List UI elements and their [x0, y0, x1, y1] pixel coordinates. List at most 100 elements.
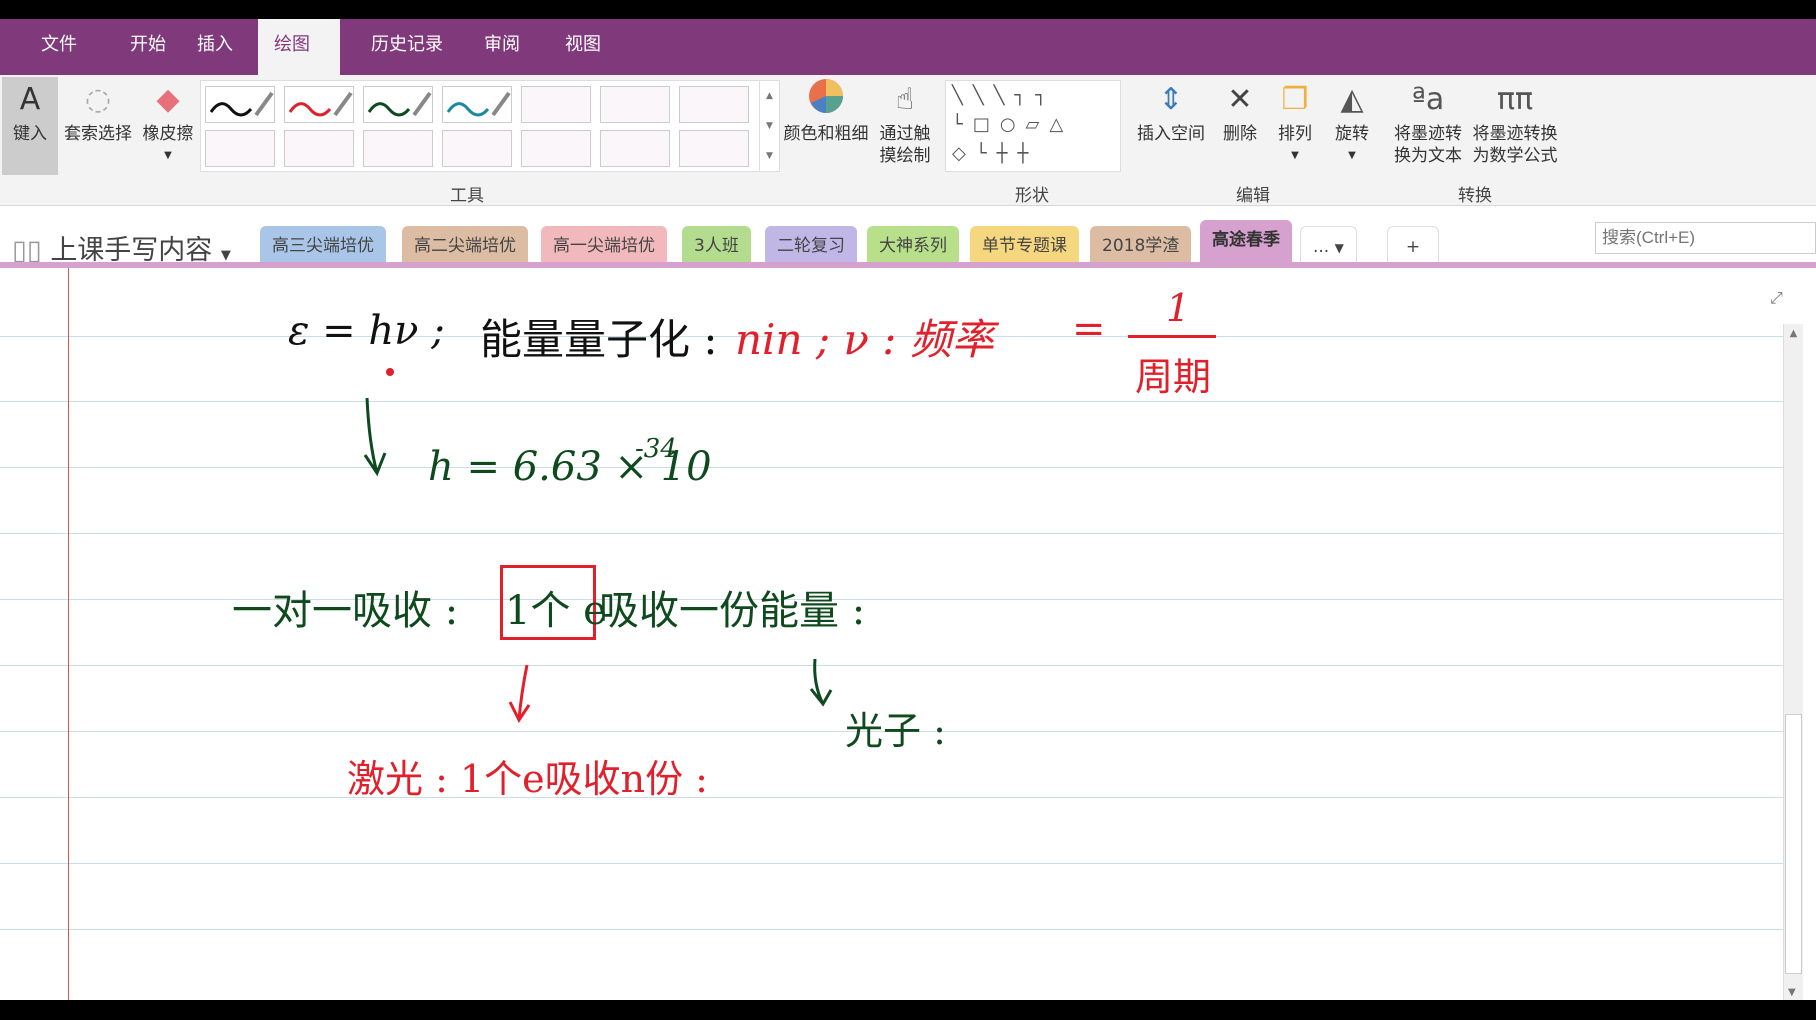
add-section-button[interactable]: + [1387, 226, 1439, 266]
ink-dot [386, 368, 394, 376]
ink-text: 1个 e [505, 588, 607, 634]
ink-to-text-label: 将墨迹转 [1394, 124, 1462, 144]
section-tab[interactable]: 3人班 [682, 226, 751, 266]
eraser-dropdown-icon: ▼ [164, 150, 172, 161]
lasso-icon: ◌ [84, 82, 112, 117]
touch-draw-button[interactable]: ☝ 通过触 摸绘制 [872, 77, 938, 167]
ink-text: 一对一吸收 : [232, 588, 459, 634]
ink-to-math-button[interactable]: ππ 将墨迹转换 为数学公式 [1468, 77, 1562, 167]
pen-red[interactable] [284, 86, 354, 123]
ink-text: 1 [1166, 286, 1191, 330]
rotate-button[interactable]: ◭ 旋转 ▼ [1327, 77, 1377, 167]
touch-draw-label-2: 摸绘制 [879, 146, 931, 166]
margin-line [68, 268, 69, 1000]
ink-arrow [809, 658, 833, 707]
scroll-up-icon[interactable]: ▲ [1784, 328, 1803, 339]
eraser-label: 橡皮擦 [142, 124, 194, 144]
shapes-group-label: 形状 [1015, 186, 1049, 206]
ink-to-math-label: 将墨迹转换 [1472, 124, 1558, 144]
ink-to-math-icon: ππ [1496, 82, 1534, 117]
delete-label: 删除 [1223, 124, 1257, 144]
pen-green[interactable] [363, 86, 433, 123]
type-label: 键入 [13, 124, 47, 144]
vertical-scrollbar[interactable]: ▲ ▼ [1783, 324, 1803, 1000]
search-input[interactable] [1595, 222, 1816, 254]
menu-history[interactable]: 历史记录 [355, 19, 459, 75]
chevron-down-icon: ▼ [220, 248, 231, 263]
expand-icon[interactable]: ⤢ [1770, 288, 1783, 308]
section-tab[interactable]: 二轮复习 [765, 226, 857, 266]
ink-text: ε = hν ; [288, 308, 445, 354]
eraser-button[interactable]: ◆ 橡皮擦 ▼ [138, 77, 198, 167]
menu-view[interactable]: 视图 [549, 19, 617, 75]
section-tab[interactable]: 高二尖端培优 [402, 226, 528, 266]
insert-space-icon: ⇕ [1158, 82, 1184, 117]
scroll-down-icon[interactable]: ▼ [1788, 987, 1796, 998]
section-tab[interactable]: 高三尖端培优 [260, 226, 386, 266]
ink-to-text-label-2: 换为文本 [1394, 146, 1462, 166]
pen-slot[interactable] [363, 130, 433, 167]
delete-button[interactable]: ✕ 删除 [1215, 77, 1265, 145]
pen-gallery: ▲ ▼ ▼ [200, 80, 780, 172]
lasso-button[interactable]: ◌ 套索选择 [60, 77, 136, 145]
ink-text: 光子 : [845, 709, 946, 753]
arrange-button[interactable]: ❐ 排列 ▼ [1270, 77, 1320, 167]
delete-x-icon: ✕ [1227, 82, 1253, 117]
touch-draw-label: 通过触 [879, 124, 931, 144]
pen-teal[interactable] [442, 86, 512, 123]
section-tab[interactable]: 2018学渣 [1090, 226, 1192, 266]
ink-text: 激光 : 1个e吸收n份 : [347, 757, 708, 801]
ribbon: A 键入 ◌ 套索选择 ◆ 橡皮擦 ▼ ▲ ▼ ▼ 工具 颜色和粗细 ☝ 通过触 摸绘制 ╲╲╲… [0, 75, 1816, 206]
menu-draw[interactable]: 绘图 [258, 19, 340, 75]
section-tab[interactable]: 大神系列 [867, 226, 959, 266]
ink-text: -34 [635, 434, 677, 464]
scrollbar-thumb[interactable] [1785, 714, 1802, 974]
menu-insert[interactable]: 插入 [181, 19, 249, 75]
ink-text: 吸收一份能量 : [599, 588, 866, 634]
pen-slot[interactable] [442, 130, 512, 167]
more-sections-button[interactable]: ... ▼ [1300, 226, 1357, 266]
gallery-scroll[interactable]: ▲ ▼ ▼ [759, 81, 779, 171]
ink-text: = [1072, 306, 1106, 352]
section-tab[interactable]: 高一尖端培优 [541, 226, 667, 266]
insert-space-label: 插入空间 [1137, 124, 1205, 144]
menu-home[interactable]: 开始 [114, 19, 182, 75]
color-width-label: 颜色和粗细 [783, 124, 869, 144]
fraction-bar [1128, 335, 1216, 338]
more-label: ... [1313, 237, 1330, 257]
pen-slot[interactable] [600, 86, 670, 123]
ink-to-text-button[interactable]: ªa 将墨迹转 换为文本 [1388, 77, 1468, 167]
section-tab[interactable]: 单节专题课 [970, 226, 1079, 266]
shapes-gallery[interactable]: ╲╲╲┐┐ └□○▱△ ◇└┼┼ [945, 80, 1121, 172]
pen-slot[interactable] [284, 130, 354, 167]
section-tab-active[interactable]: 高途春季 [1200, 220, 1292, 266]
arrange-label: 排列 [1278, 124, 1312, 144]
pen-slot[interactable] [679, 130, 749, 167]
pen-slot[interactable] [679, 86, 749, 123]
rotate-label: 旋转 [1335, 124, 1369, 144]
color-wheel-icon [780, 77, 872, 123]
convert-group-label: 转换 [1458, 186, 1492, 206]
note-page[interactable]: ⤢ ε = hν ; 能量量子化 : nin ; ν : 频率 = 1 周期 h… [0, 268, 1816, 1000]
pen-slot[interactable] [521, 86, 591, 123]
insert-space-button[interactable]: ⇕ 插入空间 [1130, 77, 1212, 145]
menu-review[interactable]: 审阅 [468, 19, 536, 75]
pen-slot[interactable] [205, 130, 275, 167]
arrange-dropdown-icon: ▼ [1291, 150, 1299, 161]
rotate-icon: ◭ [1340, 82, 1364, 117]
pen-slot[interactable] [600, 130, 670, 167]
type-cursor-icon: A [19, 82, 41, 117]
chevron-down-icon: ▼ [1334, 241, 1344, 255]
touch-hand-icon: ☝ [895, 82, 915, 117]
menu-bar: 文件 开始 插入 绘图 历史记录 审阅 视图 [0, 19, 1816, 75]
pen-black[interactable] [205, 86, 275, 123]
pen-slot[interactable] [521, 130, 591, 167]
menu-file[interactable]: 文件 [25, 19, 93, 75]
type-button[interactable]: A 键入 [2, 77, 58, 175]
color-width-button[interactable]: 颜色和粗细 [780, 77, 872, 145]
edit-group-label: 编辑 [1236, 186, 1270, 206]
ink-text: nin ; ν : 频率 [735, 315, 994, 364]
tools-group-label: 工具 [450, 186, 484, 206]
eraser-icon: ◆ [156, 82, 180, 117]
section-tabs-bar: ▯▯ 上课手写内容 ▼ 高三尖端培优 高二尖端培优 高一尖端培优 3人班 二轮复… [0, 206, 1816, 266]
